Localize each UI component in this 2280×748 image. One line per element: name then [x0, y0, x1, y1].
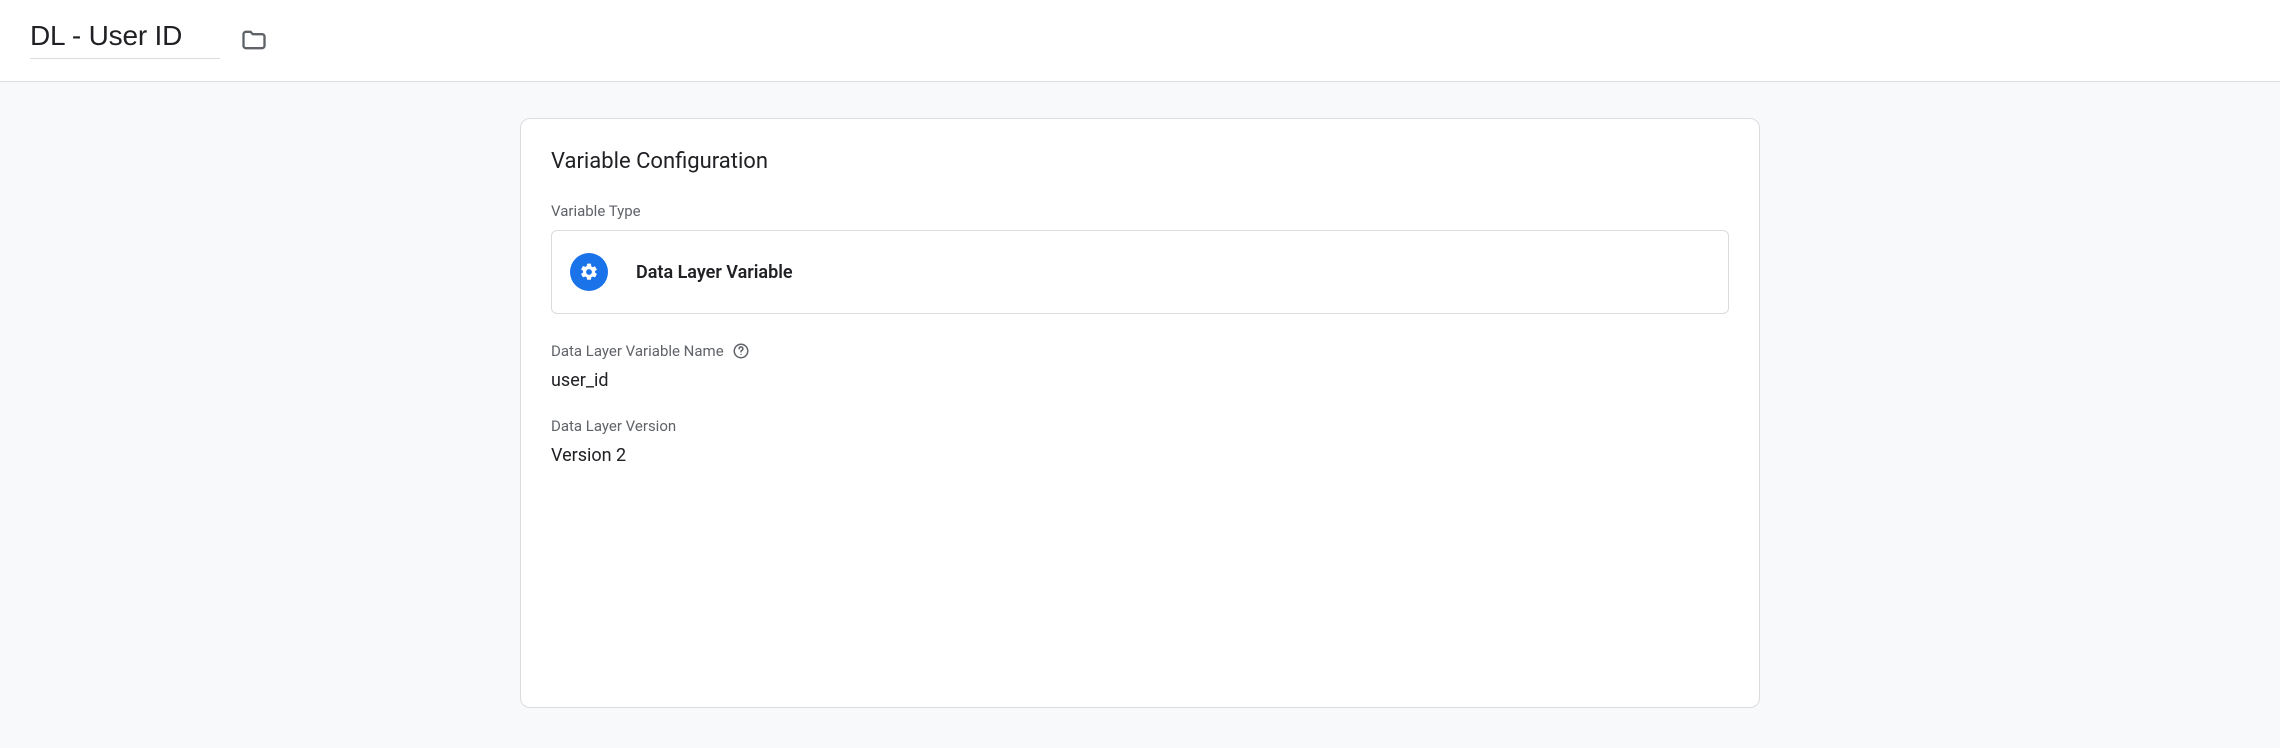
variable-type-name: Data Layer Variable — [636, 262, 793, 283]
variable-type-selector[interactable]: Data Layer Variable — [551, 230, 1729, 314]
folder-icon[interactable] — [240, 26, 268, 54]
field-label-row: Data Layer Variable Name — [551, 342, 1729, 360]
data-layer-variable-name-value: user_id — [551, 370, 1729, 391]
card-title: Variable Configuration — [551, 149, 1729, 174]
variable-title-input[interactable] — [30, 20, 220, 59]
variable-type-label: Variable Type — [551, 202, 1729, 220]
canvas: Variable Configuration Variable Type Dat… — [0, 82, 2280, 748]
data-layer-variable-name-field: Data Layer Variable Name user_id — [551, 342, 1729, 391]
data-layer-variable-name-label: Data Layer Variable Name — [551, 342, 724, 360]
variable-configuration-card: Variable Configuration Variable Type Dat… — [520, 118, 1760, 708]
help-icon[interactable] — [732, 342, 750, 360]
data-layer-version-field: Data Layer Version Version 2 — [551, 417, 1729, 466]
gear-icon — [570, 253, 608, 291]
data-layer-version-label: Data Layer Version — [551, 417, 1729, 435]
header-bar — [0, 0, 2280, 82]
data-layer-version-value: Version 2 — [551, 445, 1729, 466]
